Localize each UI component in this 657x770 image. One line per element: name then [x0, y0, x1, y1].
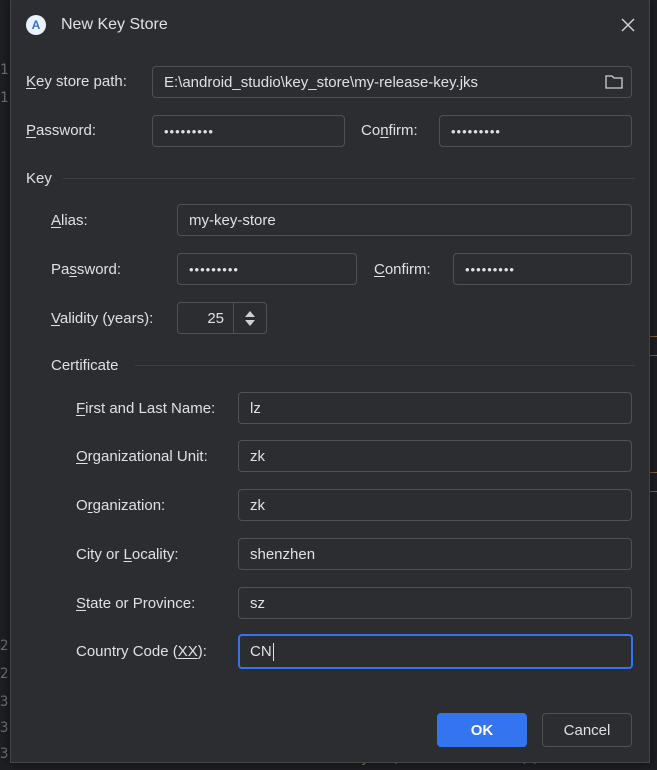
state-province-input[interactable]: sz [238, 587, 632, 619]
certificate-section-divider [135, 365, 635, 366]
organization-label: Organization: [76, 497, 166, 514]
dialog-titlebar[interactable]: A New Key Store [11, 0, 649, 50]
alias-label: Alias: [51, 212, 88, 229]
new-key-store-dialog: A New Key Store Key store path: E:\andro… [10, 0, 650, 763]
key-section-divider [63, 178, 635, 179]
validity-value: 25 [207, 309, 224, 327]
line-number: 2 [0, 638, 9, 654]
spinner-down-icon[interactable] [245, 319, 255, 326]
alias-input[interactable]: my-key-store [177, 204, 632, 236]
validity-spinner[interactable]: 25 [177, 302, 267, 334]
key-confirm-label: Confirm: [374, 261, 431, 278]
city-locality-input[interactable]: shenzhen [238, 538, 632, 570]
key-store-path-label: Key store path: [26, 73, 127, 90]
line-number: 1 [0, 90, 9, 106]
line-number: 3 [0, 746, 9, 762]
android-studio-icon: A [26, 15, 46, 35]
organization-input[interactable]: zk [238, 489, 632, 521]
first-last-name-input[interactable]: lz [238, 392, 632, 424]
dialog-title: New Key Store [61, 16, 168, 33]
key-password-field[interactable]: ••••••••• [177, 253, 357, 285]
folder-icon[interactable] [605, 74, 623, 90]
line-number: 1 [0, 62, 9, 78]
keystore-password-label: Password: [26, 122, 97, 139]
spinner-arrows[interactable] [233, 303, 266, 333]
organizational-unit-label: Organizational Unit: [76, 448, 208, 465]
key-section-title: Key [26, 170, 52, 187]
cancel-button[interactable]: Cancel [542, 713, 632, 747]
key-store-path-input[interactable]: E:\android_studio\key_store\my-release-k… [152, 66, 632, 98]
ok-button[interactable]: OK [437, 713, 527, 747]
validity-label: Validity (years): [51, 310, 154, 327]
key-password-label: Password: [51, 261, 122, 278]
editor-gutter [0, 0, 10, 770]
keystore-password-field[interactable]: ••••••••• [152, 115, 345, 147]
state-province-label: State or Province: [76, 595, 196, 612]
country-code-value: CN [250, 643, 272, 660]
text-caret [272, 642, 274, 661]
city-locality-label: City or Locality: [76, 546, 179, 563]
line-number: 3 [0, 694, 9, 710]
country-code-label: Country Code (XX): [76, 643, 207, 660]
certificate-section-title: Certificate [51, 357, 119, 374]
keystore-confirm-field[interactable]: ••••••••• [439, 115, 632, 147]
line-number: 3 [0, 720, 9, 736]
key-confirm-field[interactable]: ••••••••• [453, 253, 632, 285]
line-number: 2 [0, 666, 9, 682]
key-store-path-value: E:\android_studio\key_store\my-release-k… [164, 73, 479, 91]
keystore-confirm-label: Confirm: [361, 122, 418, 139]
close-icon[interactable] [619, 16, 637, 34]
spinner-up-icon[interactable] [245, 310, 255, 317]
country-code-input[interactable]: CN [238, 634, 633, 669]
first-last-name-label: First and Last Name: [76, 400, 216, 417]
organizational-unit-input[interactable]: zk [238, 440, 632, 472]
